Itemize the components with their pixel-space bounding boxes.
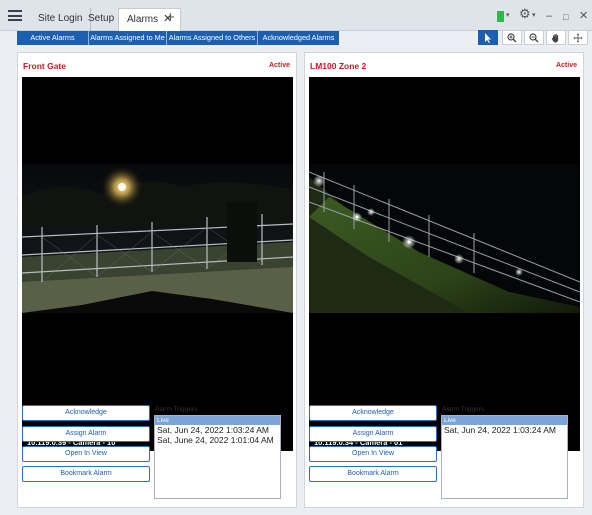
tab-label: Alarms (127, 14, 159, 25)
triggers-live-header[interactable]: Live (155, 416, 280, 425)
move-icon[interactable] (568, 30, 588, 45)
status-badge: Active (268, 62, 290, 69)
alarm-panel-lm100-zone-2: LM100 Zone 2 Active 10.119.0.34 - Camera… (304, 52, 584, 508)
assign-alarm-button[interactable]: Assign Alarm (309, 426, 437, 442)
bookmark-alarm-button[interactable]: Bookmark Alarm (309, 466, 437, 482)
trigger-row[interactable]: Sat, June 24, 2022 1:01:04 AM (155, 435, 280, 445)
pointer-icon[interactable] (478, 30, 498, 45)
menu-icon[interactable] (8, 10, 22, 21)
chevron-down-icon[interactable]: ▾ (532, 9, 536, 23)
open-in-view-button[interactable]: Open In View (309, 446, 437, 462)
status-badge: Active (555, 62, 577, 69)
filter-assigned-to-me[interactable]: Alarms Assigned to Me (89, 31, 167, 45)
alarm-triggers-title: Alarm Triggers (155, 406, 198, 413)
trigger-row[interactable]: Sat, Jun 24, 2022 1:03:24 AM (442, 425, 567, 435)
zoom-in-icon[interactable] (502, 30, 522, 45)
trigger-row[interactable]: Sat, Jun 24, 2022 1:03:24 AM (155, 425, 280, 435)
zoom-out-icon[interactable] (524, 30, 544, 45)
title-bar: Site Login Setup Alarms ✕ + ▾ ⚙ ▾ – □ ✕ (0, 0, 592, 31)
triggers-live-header[interactable]: Live (442, 416, 567, 425)
alarm-triggers-title: Alarm Triggers (442, 406, 485, 413)
open-in-view-button[interactable]: Open In View (22, 446, 150, 462)
camera-video-feed[interactable]: 10.119.0.34 - Camera - 01 (309, 77, 580, 451)
bookmark-alarm-button[interactable]: Bookmark Alarm (22, 466, 150, 482)
camera-video-feed[interactable]: 10.119.0.39 - Camera - 10 (22, 77, 293, 451)
panel-title: Front Gate (23, 61, 66, 71)
video-frame (309, 164, 580, 313)
tab-label: Site Login (38, 13, 83, 24)
filter-acknowledged-alarms[interactable]: Acknowledged Alarms (258, 31, 339, 45)
minimize-icon[interactable]: – (546, 9, 552, 23)
alarm-triggers-list[interactable]: Live Sat, Jun 24, 2022 1:03:24 AM Sat, J… (154, 415, 281, 499)
filter-assigned-to-others[interactable]: Alarms Assigned to Others (167, 31, 258, 45)
filter-active-alarms[interactable]: Active Alarms (17, 31, 89, 45)
tab-label: Setup (88, 13, 115, 24)
close-window-icon[interactable]: ✕ (579, 9, 588, 23)
pan-hand-icon[interactable] (546, 30, 566, 45)
assign-alarm-button[interactable]: Assign Alarm (22, 426, 150, 442)
status-indicator[interactable] (497, 11, 504, 22)
alarm-triggers-list[interactable]: Live Sat, Jun 24, 2022 1:03:24 AM (441, 415, 568, 499)
panel-title: LM100 Zone 2 (310, 61, 367, 71)
acknowledge-button[interactable]: Acknowledge (309, 405, 437, 421)
tab-setup[interactable]: Setup (80, 8, 124, 31)
maximize-icon[interactable]: □ (563, 10, 568, 24)
alarm-panel-front-gate: Front Gate Active 10.119.0.39 - Camera -… (17, 52, 297, 508)
acknowledge-button[interactable]: Acknowledge (22, 405, 150, 421)
chevron-down-icon[interactable]: ▾ (506, 9, 510, 23)
video-frame (22, 164, 293, 313)
add-tab-icon[interactable]: + (166, 9, 175, 26)
gear-icon[interactable]: ⚙ (519, 7, 531, 21)
